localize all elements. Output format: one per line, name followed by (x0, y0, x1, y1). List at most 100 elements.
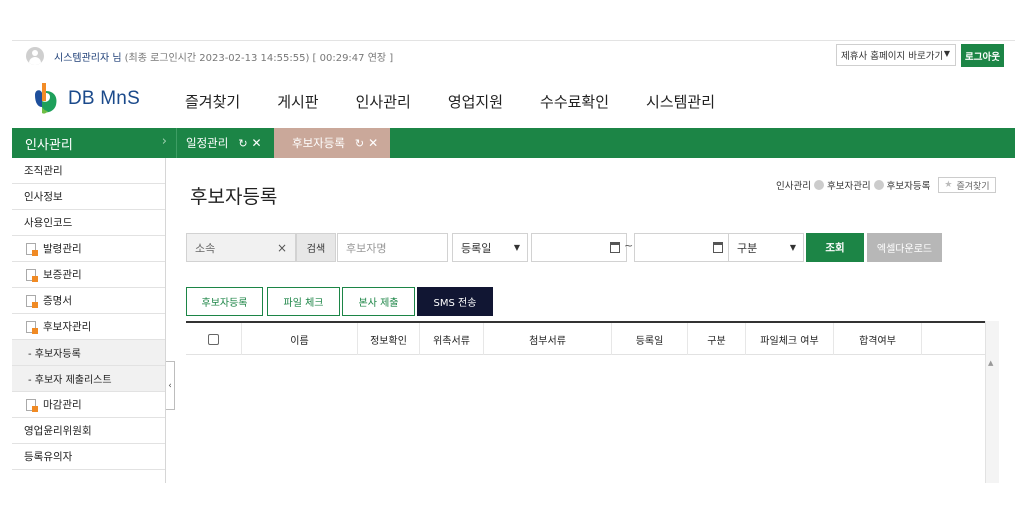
breadcrumb-item[interactable]: 인사관리 (776, 178, 811, 192)
user-info: 시스템관리자 님 (최종 로그인시간 2023-02-13 14:55:55) … (26, 46, 393, 66)
user-avatar-icon (26, 47, 44, 65)
select-all-checkbox[interactable] (208, 333, 219, 345)
org-field[interactable]: 소속 × (186, 233, 296, 262)
gubun-select[interactable]: 구분 ▼ (728, 233, 804, 262)
folder-icon (26, 268, 38, 282)
breadcrumb-item[interactable]: 후보자관리 (827, 178, 871, 192)
sidebar-item-closing[interactable]: 마감관리 (12, 392, 166, 418)
sidebar-collapse-handle[interactable]: ‹ (166, 361, 175, 410)
star-icon: ★ (944, 180, 953, 190)
sms-send-button[interactable]: SMS 전송 (417, 287, 493, 316)
menu-title[interactable]: 인사관리 › (12, 128, 177, 158)
tab-candidate-label: 후보자등록 (292, 136, 345, 150)
sidebar-item-certificate[interactable]: 증명서 (12, 288, 166, 314)
close-icon[interactable]: ✕ (252, 136, 262, 150)
date-type-select[interactable]: 등록일 ▼ (452, 233, 528, 262)
tab-schedule-label: 일정관리 (186, 136, 229, 150)
folder-icon (26, 320, 38, 334)
file-check-button[interactable]: 파일 체크 (267, 287, 340, 316)
logo[interactable]: DB MnS (32, 81, 140, 117)
logout-button[interactable]: 로그아웃 (961, 44, 1004, 67)
sidebar-item-ethics[interactable]: 영업윤리위원회 (12, 418, 166, 444)
org-search-button[interactable]: 검색 (296, 233, 336, 262)
sidebar-item-label: 마감관리 (43, 399, 82, 411)
search-row: 소속 × 검색 후보자명 등록일 ▼ ~ 구분 ▼ 조회 엑셀다운로드 (186, 233, 946, 262)
gnb-system[interactable]: 시스템관리 (646, 91, 715, 112)
clear-icon[interactable]: × (277, 241, 287, 255)
column-header[interactable]: 첨부서류 (484, 323, 612, 355)
breadcrumb-item: 후보자등록 (886, 181, 931, 192)
column-header[interactable]: 정보확인 (358, 323, 420, 355)
gnb-sales-support[interactable]: 영업지원 (448, 91, 503, 112)
column-header[interactable]: 구분 (688, 323, 746, 355)
gnb-favorites[interactable]: 즐겨찾기 (185, 91, 240, 112)
sidebar-item-appointment[interactable]: 발령관리 (12, 236, 166, 262)
sidebar-item-label: 등록유의자 (24, 451, 73, 463)
gubun-value: 구분 (737, 241, 758, 255)
grid-header: 이름 정보확인 위촉서류 첨부서류 등록일 구분 파일체크 여부 합격여부 (186, 323, 985, 355)
partner-select-value: 제휴사 홈페이지 바로가기 (841, 51, 944, 62)
sidebar-item-label: 사용인코드 (24, 217, 73, 229)
end-date-input[interactable] (634, 233, 730, 262)
breadcrumb-separator-icon (873, 180, 884, 190)
dropdown-arrow-icon: ▼ (789, 243, 796, 252)
column-header[interactable]: 위촉서류 (420, 323, 484, 355)
scroll-up-icon[interactable]: ▲ (988, 359, 993, 367)
sidebar-item-org[interactable]: 조직관리 (12, 158, 166, 184)
candidate-name-input[interactable]: 후보자명 (337, 233, 448, 262)
sidebar-item-caution[interactable]: 등록유의자 (12, 444, 166, 470)
folder-icon (26, 242, 38, 256)
column-header[interactable]: 파일체크 여부 (746, 323, 834, 355)
sidebar-item-hr-info[interactable]: 인사정보 (12, 184, 166, 210)
db-logo-icon (35, 83, 57, 114)
select-all-cell (186, 323, 242, 355)
sidebar-item-candidate-mgmt[interactable]: 후보자관리 (12, 314, 166, 340)
gnb-board[interactable]: 게시판 (277, 91, 318, 112)
grid-scrollbar[interactable]: ▲ (985, 321, 999, 483)
column-header[interactable]: 등록일 (612, 323, 688, 355)
dropdown-arrow-icon: ▼ (943, 49, 950, 58)
folder-icon (26, 294, 38, 308)
partner-homepage-select[interactable]: 제휴사 홈페이지 바로가기 ▼ (836, 44, 956, 66)
start-date-input[interactable] (531, 233, 627, 262)
org-field-value: 소속 (195, 241, 216, 255)
hq-submit-button[interactable]: 본사 제출 (342, 287, 415, 316)
folder-icon (26, 398, 38, 412)
favorite-label: 즐겨찾기 (956, 181, 990, 192)
tab-candidate-register[interactable]: 후보자등록 ↻ ✕ (274, 128, 390, 158)
column-header[interactable]: 합격여부 (834, 323, 922, 355)
excel-download-button[interactable]: 엑셀다운로드 (867, 233, 942, 262)
column-header[interactable]: 이름 (242, 323, 358, 355)
gnb-hr[interactable]: 인사관리 (356, 91, 411, 112)
query-button[interactable]: 조회 (806, 233, 864, 262)
chevron-left-icon: ‹ (168, 380, 172, 391)
sidebar-item-candidate-register[interactable]: - 후보자등록 (12, 340, 166, 366)
calendar-icon[interactable] (610, 242, 620, 253)
sidebar-item-label: 보증관리 (43, 269, 82, 281)
sidebar-divider (165, 158, 166, 483)
gnb-commission[interactable]: 수수료확인 (540, 91, 609, 112)
register-candidate-button[interactable]: 후보자등록 (186, 287, 263, 316)
sidebar-item-candidate-submit-list[interactable]: - 후보자 제출리스트 (12, 366, 166, 392)
sidebar-item-label: - 후보자 제출리스트 (28, 375, 112, 386)
breadcrumb-separator-icon (813, 180, 824, 190)
refresh-icon[interactable]: ↻ (238, 137, 247, 150)
sidebar-item-label: 발령관리 (43, 243, 82, 255)
calendar-icon[interactable] (713, 242, 723, 253)
user-name: 시스템관리자 님 (54, 52, 122, 64)
candidate-grid: 이름 정보확인 위촉서류 첨부서류 등록일 구분 파일체크 여부 합격여부 (186, 321, 985, 483)
breadcrumb: 인사관리 후보자관리 후보자등록 ★ 즐겨찾기 (776, 177, 996, 193)
logo-text: DB MnS (68, 88, 140, 109)
sidebar-item-user-code[interactable]: 사용인코드 (12, 210, 166, 236)
close-icon[interactable]: ✕ (368, 136, 378, 150)
favorite-button[interactable]: ★ 즐겨찾기 (938, 177, 996, 193)
sidebar-item-label: 후보자관리 (43, 321, 92, 333)
menu-title-label: 인사관리 (25, 137, 73, 153)
refresh-icon[interactable]: ↻ (355, 137, 364, 150)
sidebar-item-guarantee[interactable]: 보증관리 (12, 262, 166, 288)
tab-schedule[interactable]: 일정관리 ↻ ✕ (177, 128, 274, 158)
sidebar-item-label: 증명서 (43, 295, 72, 307)
tab-bar: 인사관리 › 일정관리 ↻ ✕ 후보자등록 ↻ ✕ (12, 128, 1015, 158)
date-range-separator: ~ (624, 239, 634, 252)
chevron-right-icon: › (161, 134, 167, 149)
